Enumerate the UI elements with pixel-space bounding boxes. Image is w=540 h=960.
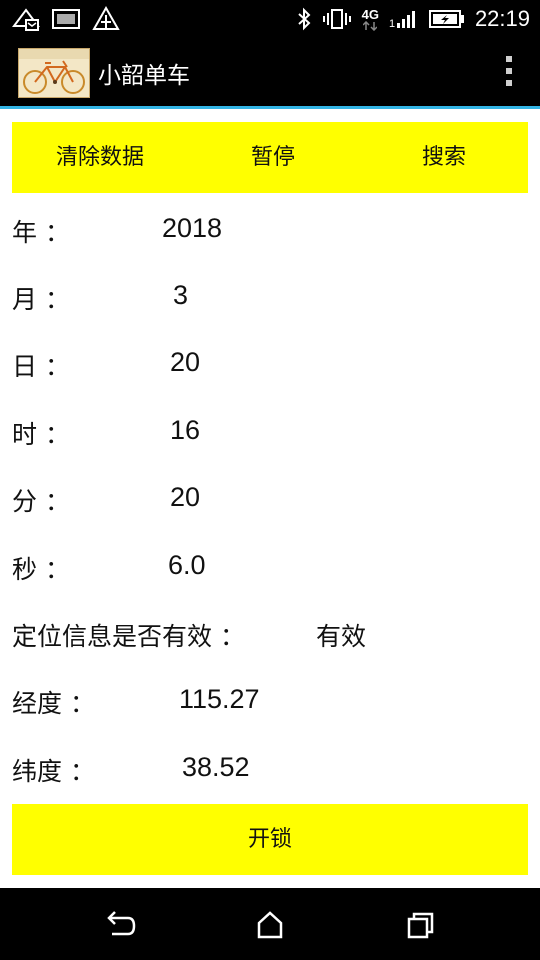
vibrate-icon xyxy=(322,9,351,29)
pause-button[interactable]: 暂停 xyxy=(218,122,328,193)
battery-charging-icon xyxy=(428,10,464,28)
field-label: 秒 ： xyxy=(12,555,70,584)
field-label: 时 ： xyxy=(12,420,70,449)
field-label: 定位信息是否有效 ： xyxy=(12,622,245,651)
field-day: 日 ： 20 xyxy=(0,347,540,387)
field-value: 6.0 xyxy=(168,550,206,580)
unlock-button[interactable]: 开锁 xyxy=(12,804,528,875)
back-icon[interactable] xyxy=(100,908,140,942)
field-value: 20 xyxy=(170,347,201,377)
field-label: 经度 ： xyxy=(12,689,95,718)
field-second: 秒 ： 6.0 xyxy=(0,550,540,590)
field-year: 年 ： 2018 xyxy=(0,213,540,253)
field-value: 20 xyxy=(170,482,201,512)
field-label: 纬度 ： xyxy=(12,757,95,786)
field-minute: 分 ： 20 xyxy=(0,482,540,522)
app-title: 小韶单车 xyxy=(98,63,190,89)
field-value: 16 xyxy=(170,415,201,445)
main-content: 清除数据 暂停 搜索 年 ： 2018 月 ： 3 日 ： 20 时 ： 16 … xyxy=(0,109,540,889)
signal-icon: 1 xyxy=(389,11,415,29)
field-value: 115.27 xyxy=(179,684,260,714)
field-value: 有效 xyxy=(316,622,367,651)
field-latitude: 纬度 ： 38.52 xyxy=(0,752,540,792)
overflow-menu-icon[interactable] xyxy=(504,56,514,90)
search-button[interactable]: 搜索 xyxy=(394,122,494,193)
bluetooth-icon xyxy=(297,7,311,31)
recents-icon[interactable] xyxy=(400,908,440,942)
image-icon xyxy=(52,9,80,29)
app-bar: 小韶单车 xyxy=(0,38,540,106)
alert-icon xyxy=(92,6,120,30)
field-month: 月 ： 3 xyxy=(0,280,540,320)
field-hour: 时 ： 16 xyxy=(0,415,540,455)
status-right-icons: 4G 1 22:19 xyxy=(296,4,530,34)
field-label: 日 ： xyxy=(12,352,70,381)
data-arrows-icon xyxy=(363,20,378,31)
bicycle-logo[interactable] xyxy=(18,48,90,98)
clear-data-button[interactable]: 清除数据 xyxy=(40,122,160,193)
status-time: 22:19 xyxy=(474,6,530,31)
network-indicator: 4G xyxy=(362,8,379,31)
field-label: 月 ： xyxy=(12,285,70,314)
field-location-valid: 定位信息是否有效 ： 有效 xyxy=(0,617,540,657)
field-value: 38.52 xyxy=(182,752,250,782)
network-type: 4G xyxy=(361,6,379,22)
action-button-bar: 清除数据 暂停 搜索 xyxy=(12,122,528,193)
field-label: 年 ： xyxy=(12,218,70,247)
status-bar: 4G 1 22:19 xyxy=(0,0,540,38)
home-icon[interactable] xyxy=(250,908,290,942)
field-longitude: 经度 ： 115.27 xyxy=(0,684,540,724)
field-value: 2018 xyxy=(162,213,223,243)
field-label: 分 ： xyxy=(12,487,70,516)
svg-text:1: 1 xyxy=(389,18,395,29)
wifi-calling-icon xyxy=(12,8,40,31)
navigation-bar xyxy=(0,888,540,960)
field-value: 3 xyxy=(173,280,189,310)
status-left-icons xyxy=(12,4,120,34)
bicycle-icon xyxy=(19,49,89,94)
